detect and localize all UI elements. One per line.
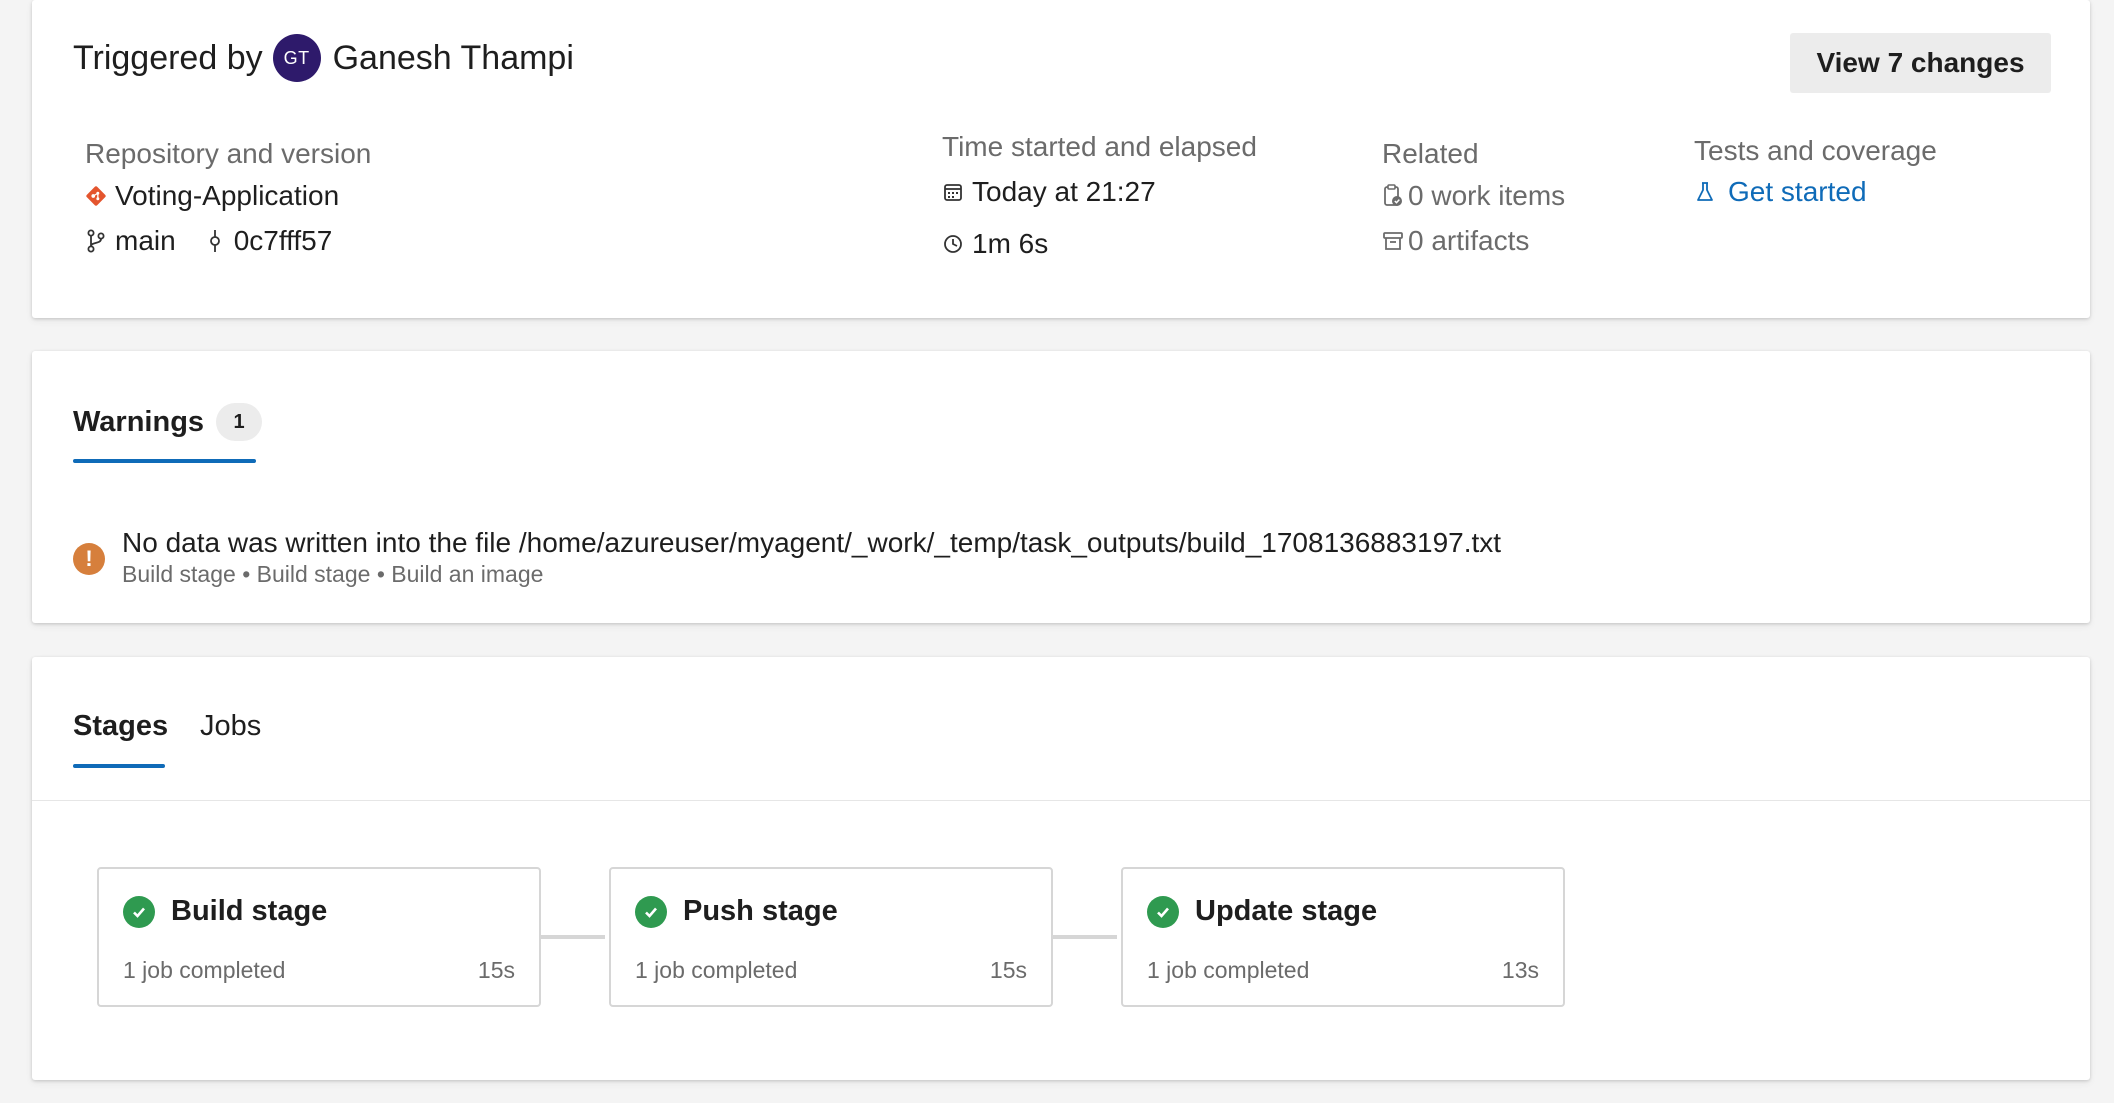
git-repo-icon bbox=[85, 183, 107, 209]
time-elapsed-value: 1m 6s bbox=[972, 228, 1049, 259]
repository-name[interactable]: Voting-Application bbox=[85, 180, 339, 212]
work-item-icon bbox=[1382, 183, 1404, 209]
stage-duration: 15s bbox=[477, 957, 515, 983]
time-section-label: Time started and elapsed bbox=[942, 131, 1257, 162]
tab-stages[interactable]: Stages bbox=[73, 710, 168, 743]
tab-jobs[interactable]: Jobs bbox=[200, 710, 261, 743]
stage-card-build[interactable]: Build stage 1 job completed 15s bbox=[97, 867, 541, 1007]
repository-name-label: Voting-Application bbox=[115, 180, 340, 211]
stages-card: Stages Jobs Build stage 1 job completed … bbox=[32, 657, 2090, 1080]
stage-card-update[interactable]: Update stage 1 job completed 13s bbox=[1121, 867, 1565, 1007]
view-changes-button[interactable]: View 7 changes bbox=[1790, 33, 2051, 93]
calendar-icon bbox=[942, 179, 964, 205]
repository-version: main 0c7fff57 bbox=[85, 225, 332, 257]
stage-title: Push stage bbox=[635, 895, 838, 928]
avatar: GT bbox=[272, 34, 321, 82]
triggered-by: Triggered by GT Ganesh Thampi bbox=[73, 34, 574, 82]
warnings-count-badge: 1 bbox=[216, 403, 263, 441]
related-section-label: Related bbox=[1382, 138, 1479, 169]
run-summary-card: Triggered by GT Ganesh Thampi View 7 cha… bbox=[32, 0, 2090, 318]
clock-icon bbox=[942, 231, 964, 257]
flask-icon bbox=[1694, 179, 1716, 205]
archive-icon bbox=[1382, 228, 1404, 254]
work-items[interactable]: 0 work items bbox=[1382, 180, 1565, 212]
stage-status: 1 job completed bbox=[1147, 957, 1310, 983]
success-check-icon bbox=[635, 895, 667, 928]
warning-icon: ! bbox=[73, 543, 105, 575]
tests-link-label: Get started bbox=[1728, 176, 1867, 207]
stage-connector bbox=[1053, 935, 1117, 939]
warnings-tab-underline bbox=[73, 459, 256, 463]
success-check-icon bbox=[1147, 895, 1179, 928]
warning-location: Build stage • Build stage • Build an ima… bbox=[122, 561, 544, 587]
stage-status: 1 job completed bbox=[123, 957, 286, 983]
tabs-divider bbox=[32, 800, 2090, 801]
triggered-by-label: Triggered by bbox=[73, 38, 263, 77]
artifacts[interactable]: 0 artifacts bbox=[1382, 225, 1529, 257]
warnings-card: Warnings 1 ! No data was written into th… bbox=[32, 351, 2090, 623]
tests-get-started-link[interactable]: Get started bbox=[1694, 176, 1867, 208]
stage-duration: 13s bbox=[1501, 957, 1539, 983]
branch-icon bbox=[85, 228, 107, 254]
work-items-value: 0 work items bbox=[1408, 180, 1566, 211]
artifacts-value: 0 artifacts bbox=[1408, 225, 1530, 256]
stage-duration: 15s bbox=[989, 957, 1027, 983]
stages-tab-underline bbox=[73, 764, 165, 768]
stage-title: Update stage bbox=[1147, 895, 1377, 928]
time-elapsed: 1m 6s bbox=[942, 228, 1048, 260]
warning-message[interactable]: No data was written into the file /home/… bbox=[122, 527, 1501, 559]
tab-warnings[interactable]: Warnings 1 bbox=[73, 403, 263, 441]
time-started-value: Today at 21:27 bbox=[972, 176, 1156, 207]
branch-name[interactable]: main bbox=[115, 225, 176, 257]
stage-status: 1 job completed bbox=[635, 957, 798, 983]
stage-title: Build stage bbox=[123, 895, 327, 928]
success-check-icon bbox=[123, 895, 155, 928]
stage-connector bbox=[541, 935, 605, 939]
stage-name: Build stage bbox=[171, 895, 328, 927]
repository-section-label: Repository and version bbox=[85, 138, 372, 169]
stage-name: Push stage bbox=[683, 895, 838, 927]
stage-name: Update stage bbox=[1195, 895, 1378, 927]
warnings-tab-label: Warnings bbox=[73, 405, 205, 438]
commit-id[interactable]: 0c7fff57 bbox=[234, 225, 333, 257]
trigger-user-name: Ganesh Thampi bbox=[332, 38, 574, 77]
tests-section-label: Tests and coverage bbox=[1694, 135, 1937, 166]
stage-card-push[interactable]: Push stage 1 job completed 15s bbox=[609, 867, 1053, 1007]
time-started: Today at 21:27 bbox=[942, 176, 1156, 208]
commit-icon bbox=[204, 228, 226, 254]
